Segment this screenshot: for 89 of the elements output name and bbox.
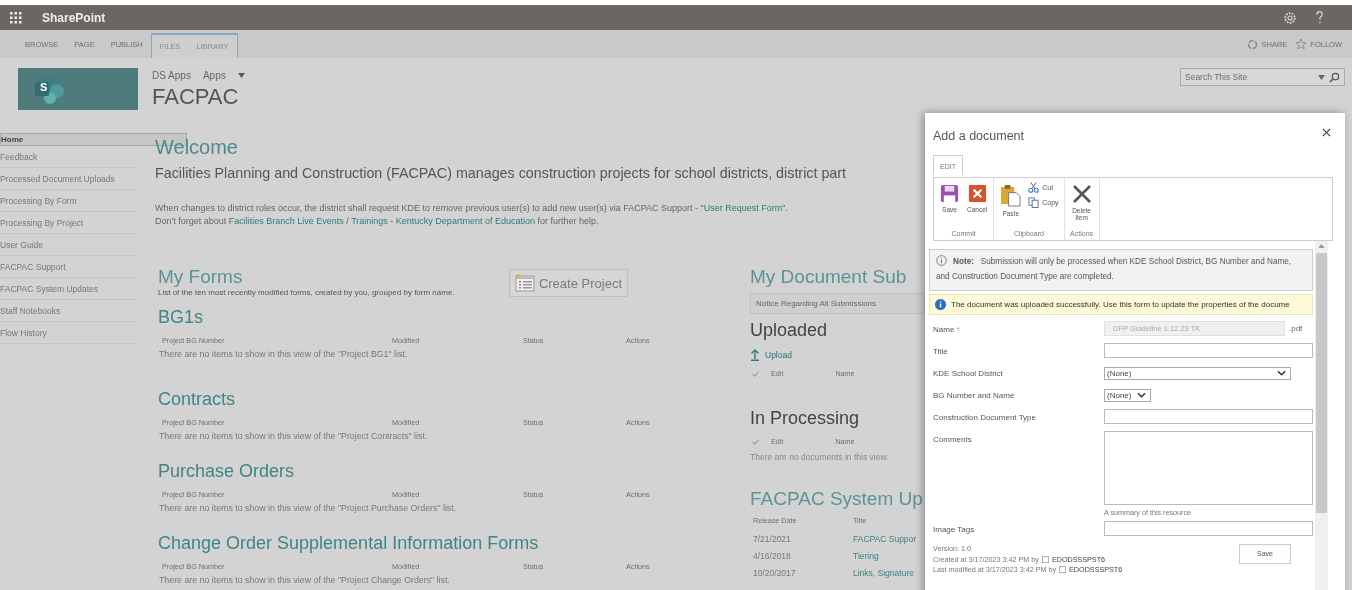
close-icon[interactable] [1322, 128, 1331, 137]
check-icon[interactable] [752, 370, 759, 377]
field-label: Construction Document Type [933, 411, 1037, 422]
star-icon [1295, 38, 1308, 50]
upload-link[interactable]: Upload [750, 349, 925, 361]
note-text: Note: Submission will only be processed when KDE School District, BG Number and Name, and Construction Document Type are completed. [936, 255, 1293, 283]
clipboard-icon [1000, 184, 1022, 207]
presence-icon [1059, 566, 1067, 574]
settings-icon[interactable] [1283, 10, 1297, 25]
list-heading: BG1s [158, 307, 205, 328]
save-icon [940, 184, 959, 203]
section-heading: My Forms [158, 266, 244, 288]
dropdown-caret-icon[interactable] [237, 73, 245, 78]
copy-icon [1028, 197, 1040, 208]
list-heading: Change Order Supplemental Information Forms [158, 533, 540, 554]
chevron-down-icon [1137, 392, 1146, 399]
update-link[interactable]: FACPAC Suppor [853, 534, 928, 544]
scissors-icon [1028, 182, 1040, 193]
section-heading: My Document Sub [750, 266, 908, 288]
site-title[interactable]: FACPAC [152, 84, 245, 110]
share-icon [1247, 39, 1259, 50]
info-text: Don't forget about Facilities Branch Live Events / Trainings - Kentucky Department of Education for further help. [155, 216, 600, 226]
list-icon [514, 274, 535, 292]
text-field[interactable] [1104, 342, 1313, 358]
list-heading: In Processing [750, 408, 861, 429]
site-logo[interactable]: S [18, 68, 138, 110]
nav-item[interactable]: Feedback [0, 146, 138, 168]
table-cell-text: 10/20/2017 [753, 568, 797, 578]
list-heading: Uploaded [750, 320, 829, 341]
scroll-up-icon[interactable] [1318, 244, 1325, 248]
nav-item[interactable]: Processing By Form [0, 190, 138, 212]
info-text: When changes to district roles occur, the district shall request KDE to remove previous user(s) to add new user(s) via FACPAC Support - "User Request Form". [155, 203, 789, 213]
search-icon[interactable] [1329, 71, 1340, 83]
update-link[interactable]: Tiering [853, 551, 928, 561]
text-field[interactable] [1104, 520, 1313, 536]
upload-icon [750, 349, 760, 361]
field-label: BG Number and Name [933, 389, 1016, 400]
text-link[interactable]: "User Request Form". [700, 203, 788, 213]
status-message: The document was uploaded successfully. Use this form to update the properties of the docume [951, 299, 1290, 309]
dialog-title: Add a document [933, 129, 1025, 143]
presence-icon [1041, 555, 1049, 563]
nav-item[interactable]: Flow History [0, 322, 138, 344]
field-label: Name * [933, 323, 961, 334]
check-icon[interactable] [752, 438, 759, 445]
section-description: List of the ten most recently modified forms, created by you, grouped by form name. [158, 288, 455, 297]
nav-item[interactable]: Staff Notebooks [0, 300, 138, 322]
breadcrumb-link[interactable]: Apps [202, 70, 226, 81]
nav-item[interactable]: Processing By Project [0, 212, 138, 234]
file-extension: .pdf [1289, 323, 1303, 333]
nav-item[interactable]: FACPAC Support [0, 256, 138, 278]
table-cell-text: 4/16/2018 [753, 551, 792, 561]
intro-text: Facilities Planning and Construction (FACPAC) manages construction projects for school districts, district part [155, 165, 848, 181]
field-label: Image Tags [933, 523, 976, 534]
nav-item[interactable]: Processed Document Uploads [0, 168, 138, 190]
empty-message: There are no items to show in this view of the "Project Change Orders" list. [159, 575, 451, 585]
delete-icon [1071, 184, 1092, 204]
section-heading: FACPAC System Up [750, 488, 924, 510]
nav-item[interactable]: User Guide [0, 234, 138, 256]
empty-message: There are no documents in this view. [750, 452, 890, 462]
empty-message: There are no items to show in this view of the "Project Purchase Orders" list. [159, 503, 458, 513]
field-label: Title [933, 345, 949, 356]
comments-field[interactable] [1104, 430, 1313, 505]
field-label: Comments [933, 433, 973, 444]
chevron-down-icon [1277, 370, 1286, 377]
empty-message: There are no items to show in this view of the "Project Contracts" list. [159, 431, 429, 441]
nav-item[interactable]: FACPAC System Updates [0, 278, 138, 300]
notice-link[interactable]: Notice Regarding All Submissions [750, 293, 925, 314]
dropdown-caret-icon[interactable] [1318, 74, 1325, 80]
app-launcher-icon[interactable] [10, 11, 22, 24]
field-label: KDE School District [933, 367, 1004, 378]
info-icon [935, 298, 946, 310]
dropdown[interactable]: (None) [1104, 388, 1151, 402]
update-link[interactable]: Links, Signature [853, 568, 928, 578]
scrollbar[interactable] [1315, 241, 1328, 590]
text-field[interactable] [1104, 408, 1313, 424]
text-link[interactable]: Facilities Branch Live Events / Trainings - Kentucky Department of Education [228, 216, 535, 226]
info-icon [936, 255, 947, 266]
app-name[interactable]: SharePoint [42, 10, 106, 25]
create-project-button[interactable]: Create Project [508, 269, 628, 297]
list-heading: Purchase Orders [158, 461, 296, 482]
dropdown[interactable]: (None) [1104, 366, 1291, 380]
cancel-icon [967, 184, 987, 203]
table-cell-text: 7/21/2021 [753, 534, 792, 544]
breadcrumb-link[interactable]: DS Apps [152, 70, 191, 81]
help-icon[interactable] [1315, 10, 1324, 25]
list-heading: Contracts [158, 389, 237, 410]
search-field[interactable]: Search This Site [1185, 72, 1314, 82]
search-box[interactable]: Search This Site [1180, 68, 1345, 86]
empty-message: There are no items to show in this view of the "Project BG1" list. [159, 349, 409, 359]
